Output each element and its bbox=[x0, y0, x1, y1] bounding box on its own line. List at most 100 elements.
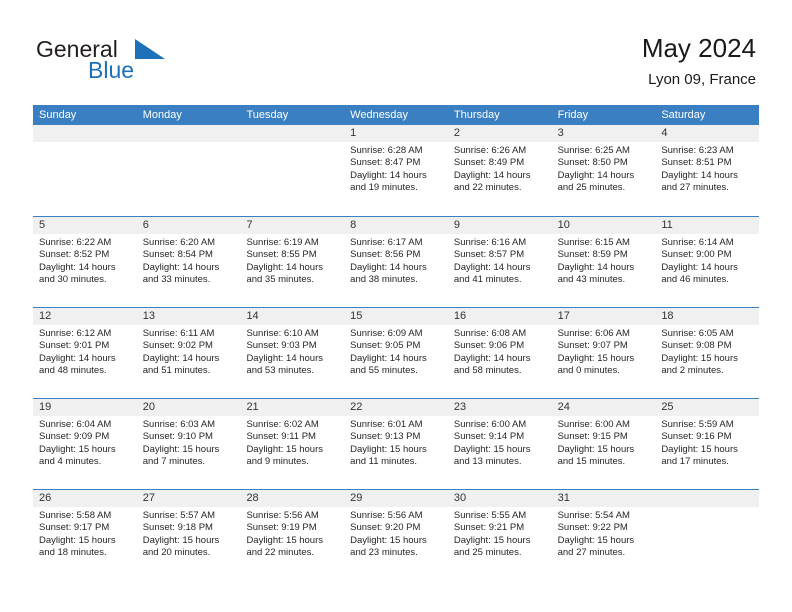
day-number: 26 bbox=[33, 490, 137, 507]
calendar-day-cell[interactable]: 21 Sunrise: 6:02 AM Sunset: 9:11 PM Dayligh… bbox=[240, 399, 345, 489]
calendar-day-cell[interactable]: 16 Sunrise: 6:08 AM Sunset: 9:06 PM Dayligh… bbox=[447, 308, 552, 398]
day-details: Sunrise: 6:08 AM Sunset: 9:06 PM Daylight:… bbox=[448, 325, 552, 378]
day-number bbox=[136, 125, 241, 142]
calendar-day-cell[interactable]: 18 Sunrise: 6:05 AM Sunset: 9:08 PM Dayligh… bbox=[655, 308, 760, 398]
sunset-text: Sunset: 8:59 PM bbox=[557, 249, 628, 261]
calendar-week-row: 12 Sunrise: 6:12 AM Sunset: 9:01 PM Dayligh… bbox=[33, 307, 760, 398]
sunset-text: Sunset: 8:51 PM bbox=[661, 157, 732, 169]
calendar-day-cell[interactable]: 5 Sunrise: 6:22 AM Sunset: 8:52 PM Daylight… bbox=[33, 217, 137, 307]
calendar-day-cell[interactable]: 17 Sunrise: 6:06 AM Sunset: 9:07 PM Dayligh… bbox=[551, 308, 656, 398]
day-number: 30 bbox=[447, 490, 552, 507]
daylight-text: Daylight: 15 hours and 4 minutes. bbox=[39, 443, 116, 468]
day-number: 9 bbox=[447, 217, 552, 234]
daylight-text: Daylight: 15 hours and 17 minutes. bbox=[661, 443, 738, 468]
day-details: Sunrise: 6:04 AM Sunset: 9:09 PM Daylight:… bbox=[33, 416, 137, 469]
calendar-day-cell[interactable]: 13 Sunrise: 6:11 AM Sunset: 9:02 PM Dayligh… bbox=[136, 308, 241, 398]
calendar-day-cell[interactable]: 19 Sunrise: 6:04 AM Sunset: 9:09 PM Dayligh… bbox=[33, 399, 137, 489]
calendar-day-cell[interactable]: 15 Sunrise: 6:09 AM Sunset: 9:05 PM Dayligh… bbox=[344, 308, 448, 398]
sunrise-text: Sunrise: 5:56 AM bbox=[350, 510, 423, 521]
page-header: General Blue May 2024 Lyon 09, France bbox=[0, 0, 792, 100]
daylight-text: Daylight: 14 hours and 27 minutes. bbox=[661, 169, 738, 194]
sunset-text: Sunset: 8:55 PM bbox=[246, 249, 317, 261]
day-details: Sunrise: 6:00 AM Sunset: 9:14 PM Daylight:… bbox=[448, 416, 552, 469]
day-number: 19 bbox=[33, 399, 137, 416]
day-number: 17 bbox=[551, 308, 656, 325]
calendar-day-cell-empty bbox=[136, 125, 241, 216]
sunrise-text: Sunrise: 6:22 AM bbox=[39, 237, 112, 248]
calendar-day-cell[interactable]: 1 Sunrise: 6:28 AM Sunset: 8:47 PM Daylight… bbox=[344, 125, 448, 216]
sunrise-text: Sunrise: 6:25 AM bbox=[557, 145, 630, 156]
triangle-logo-icon bbox=[135, 39, 165, 59]
weekday-header-sunday: Sunday bbox=[39, 109, 77, 121]
calendar-day-cell[interactable]: 14 Sunrise: 6:10 AM Sunset: 9:03 PM Dayligh… bbox=[240, 308, 345, 398]
sunrise-text: Sunrise: 5:54 AM bbox=[557, 510, 630, 521]
daylight-text: Daylight: 14 hours and 53 minutes. bbox=[246, 352, 324, 377]
sunrise-text: Sunrise: 5:59 AM bbox=[661, 419, 734, 430]
day-details: Sunrise: 6:15 AM Sunset: 8:59 PM Daylight:… bbox=[552, 234, 656, 287]
sunset-text: Sunset: 9:18 PM bbox=[142, 522, 213, 534]
calendar-day-cell[interactable]: 26 Sunrise: 5:58 AM Sunset: 9:17 PM Dayligh… bbox=[33, 490, 137, 580]
sunset-text: Sunset: 8:57 PM bbox=[453, 249, 525, 261]
daylight-text: Daylight: 14 hours and 43 minutes. bbox=[557, 261, 635, 286]
daylight-text: Daylight: 14 hours and 25 minutes. bbox=[557, 169, 635, 194]
sunrise-text: Sunrise: 5:55 AM bbox=[453, 510, 527, 521]
day-details: Sunrise: 6:14 AM Sunset: 9:00 PM Daylight:… bbox=[655, 234, 759, 287]
sunrise-text: Sunrise: 6:06 AM bbox=[557, 328, 630, 339]
calendar-day-cell[interactable]: 25 Sunrise: 5:59 AM Sunset: 9:16 PM Dayligh… bbox=[655, 399, 760, 489]
sunrise-text: Sunrise: 6:12 AM bbox=[39, 328, 112, 339]
sunset-text: Sunset: 8:52 PM bbox=[39, 249, 110, 261]
day-number: 31 bbox=[551, 490, 656, 507]
calendar-day-cell[interactable]: 31 Sunrise: 5:54 AM Sunset: 9:22 PM Dayligh… bbox=[551, 490, 656, 580]
calendar-day-cell[interactable]: 30 Sunrise: 5:55 AM Sunset: 9:21 PM Dayligh… bbox=[447, 490, 552, 580]
calendar-day-cell[interactable]: 28 Sunrise: 5:56 AM Sunset: 9:19 PM Dayligh… bbox=[240, 490, 345, 580]
calendar-day-cell[interactable]: 10 Sunrise: 6:15 AM Sunset: 8:59 PM Dayligh… bbox=[551, 217, 656, 307]
calendar-day-cell[interactable]: 2 Sunrise: 6:26 AM Sunset: 8:49 PM Daylight… bbox=[447, 125, 552, 216]
calendar-day-cell[interactable]: 6 Sunrise: 6:20 AM Sunset: 8:54 PM Daylight… bbox=[136, 217, 241, 307]
calendar-day-cell[interactable]: 9 Sunrise: 6:16 AM Sunset: 8:57 PM Daylight… bbox=[447, 217, 552, 307]
sunset-text: Sunset: 8:47 PM bbox=[350, 157, 421, 169]
page-title: May 2024 bbox=[641, 33, 756, 63]
sunset-text: Sunset: 9:22 PM bbox=[557, 522, 628, 534]
calendar-day-cell[interactable]: 7 Sunrise: 6:19 AM Sunset: 8:55 PM Daylight… bbox=[240, 217, 345, 307]
day-number: 5 bbox=[33, 217, 137, 234]
sunset-text: Sunset: 9:00 PM bbox=[661, 249, 732, 261]
sunset-text: Sunset: 9:01 PM bbox=[39, 340, 110, 352]
calendar-day-cell[interactable]: 22 Sunrise: 6:01 AM Sunset: 9:13 PM Dayligh… bbox=[344, 399, 448, 489]
sunset-text: Sunset: 9:08 PM bbox=[661, 340, 732, 352]
sunrise-text: Sunrise: 6:03 AM bbox=[142, 419, 216, 430]
day-details: Sunrise: 6:09 AM Sunset: 9:05 PM Daylight:… bbox=[344, 325, 448, 378]
calendar-day-cell[interactable]: 29 Sunrise: 5:56 AM Sunset: 9:20 PM Dayligh… bbox=[344, 490, 448, 580]
sunset-text: Sunset: 9:09 PM bbox=[39, 431, 110, 443]
calendar-day-cell[interactable]: 23 Sunrise: 6:00 AM Sunset: 9:14 PM Dayligh… bbox=[447, 399, 552, 489]
day-details: Sunrise: 6:02 AM Sunset: 9:11 PM Daylight:… bbox=[240, 416, 344, 469]
calendar-day-cell[interactable]: 27 Sunrise: 5:57 AM Sunset: 9:18 PM Dayligh… bbox=[136, 490, 241, 580]
calendar-day-cell[interactable]: 4 Sunrise: 6:23 AM Sunset: 8:51 PM Daylight… bbox=[655, 125, 760, 216]
day-details: Sunrise: 6:22 AM Sunset: 8:52 PM Daylight:… bbox=[33, 234, 137, 287]
sunset-text: Sunset: 8:54 PM bbox=[142, 249, 213, 261]
sunrise-text: Sunrise: 6:28 AM bbox=[350, 145, 423, 156]
day-number: 25 bbox=[655, 399, 760, 416]
day-number: 16 bbox=[447, 308, 552, 325]
calendar-day-cell[interactable]: 24 Sunrise: 6:00 AM Sunset: 9:15 PM Dayligh… bbox=[551, 399, 656, 489]
calendar-day-cell[interactable]: 20 Sunrise: 6:03 AM Sunset: 9:10 PM Dayligh… bbox=[136, 399, 241, 489]
calendar-day-cell[interactable]: 3 Sunrise: 6:25 AM Sunset: 8:50 PM Daylight… bbox=[551, 125, 656, 216]
calendar-day-cell[interactable]: 12 Sunrise: 6:12 AM Sunset: 9:01 PM Dayligh… bbox=[33, 308, 137, 398]
calendar-day-cell[interactable]: 11 Sunrise: 6:14 AM Sunset: 9:00 PM Dayligh… bbox=[655, 217, 760, 307]
brand-logo[interactable]: General Blue bbox=[36, 36, 256, 90]
calendar-day-cell-empty bbox=[33, 125, 137, 216]
sunset-text: Sunset: 9:13 PM bbox=[350, 431, 421, 443]
sunrise-text: Sunrise: 6:09 AM bbox=[350, 328, 423, 339]
calendar-day-cell-empty bbox=[240, 125, 345, 216]
day-details: Sunrise: 6:11 AM Sunset: 9:02 PM Daylight:… bbox=[137, 325, 241, 378]
daylight-text: Daylight: 14 hours and 58 minutes. bbox=[453, 352, 531, 377]
daylight-text: Daylight: 15 hours and 20 minutes. bbox=[142, 534, 220, 559]
sunset-text: Sunset: 9:07 PM bbox=[557, 340, 628, 352]
day-number: 11 bbox=[655, 217, 760, 234]
day-number: 27 bbox=[136, 490, 241, 507]
day-details: Sunrise: 5:55 AM Sunset: 9:21 PM Daylight:… bbox=[448, 507, 552, 560]
daylight-text: Daylight: 14 hours and 48 minutes. bbox=[39, 352, 116, 377]
daylight-text: Daylight: 14 hours and 41 minutes. bbox=[453, 261, 531, 286]
calendar-day-cell[interactable]: 8 Sunrise: 6:17 AM Sunset: 8:56 PM Daylight… bbox=[344, 217, 448, 307]
sunset-text: Sunset: 8:50 PM bbox=[557, 157, 628, 169]
sunset-text: Sunset: 9:19 PM bbox=[246, 522, 317, 534]
